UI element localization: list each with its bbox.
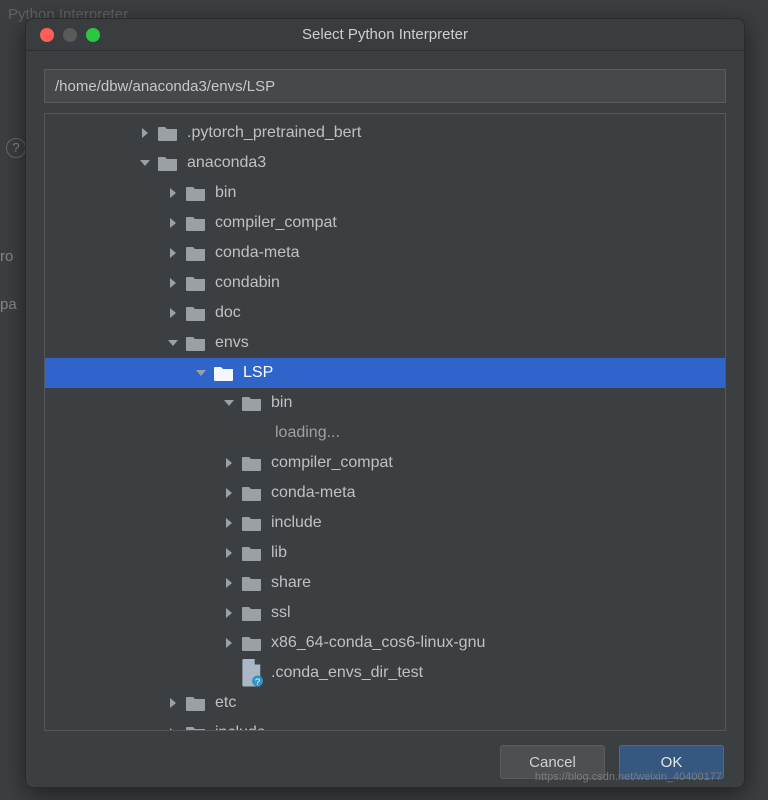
tree-row[interactable]: lib [45, 538, 725, 568]
tree-item-label: .pytorch_pretrained_bert [187, 124, 725, 142]
folder-icon [185, 244, 207, 262]
tree-item-label: bin [271, 394, 725, 412]
folder-icon [157, 124, 179, 142]
folder-icon [241, 484, 263, 502]
folder-icon [241, 514, 263, 532]
folder-icon [185, 184, 207, 202]
tree-item-label: compiler_compat [271, 454, 725, 472]
tree-item-label: ssl [271, 604, 725, 622]
chevron-right-icon[interactable] [219, 483, 239, 503]
folder-icon [241, 544, 263, 562]
chevron-down-icon[interactable] [135, 153, 155, 173]
tree-item-label: doc [215, 304, 725, 322]
folder-icon [185, 274, 207, 292]
tree-row[interactable]: ssl [45, 598, 725, 628]
chevron-right-icon[interactable] [219, 513, 239, 533]
chevron-down-icon[interactable] [163, 333, 183, 353]
chevron-right-icon[interactable] [163, 213, 183, 233]
tree-item-label: conda-meta [271, 484, 725, 502]
tree-item-label: compiler_compat [215, 214, 725, 232]
tree-item-label: share [271, 574, 725, 592]
chevron-right-icon[interactable] [163, 273, 183, 293]
folder-icon [185, 334, 207, 352]
chevron-right-icon[interactable] [219, 573, 239, 593]
chevron-right-icon[interactable] [163, 243, 183, 263]
dialog-titlebar[interactable]: Select Python Interpreter [26, 19, 744, 51]
tree-item-label: bin [215, 184, 725, 202]
tree-row[interactable]: envs [45, 328, 725, 358]
folder-icon [185, 694, 207, 712]
tree-item-label: lib [271, 544, 725, 562]
file-tree-container: .pytorch_pretrained_bert anaconda3 bin comp… [44, 113, 726, 731]
tree-row[interactable]: condabin [45, 268, 725, 298]
tree-row[interactable]: compiler_compat [45, 208, 725, 238]
backdrop-sidebar-fragment-2: pa [0, 296, 17, 313]
select-interpreter-dialog: Select Python Interpreter .pytorch_pretr… [25, 18, 745, 788]
tree-row[interactable]: etc [45, 688, 725, 718]
folder-icon [185, 724, 207, 731]
chevron-right-icon[interactable] [163, 723, 183, 731]
backdrop-sidebar-fragment-1: ro [0, 248, 13, 265]
tree-row[interactable]: doc [45, 298, 725, 328]
path-input[interactable] [44, 69, 726, 103]
chevron-right-icon[interactable] [135, 123, 155, 143]
tree-item-label: envs [215, 334, 725, 352]
chevron-down-icon[interactable] [219, 393, 239, 413]
tree-item-label: include [215, 724, 725, 731]
dialog-title: Select Python Interpreter [26, 26, 744, 43]
tree-row[interactable]: LSP [45, 358, 725, 388]
tree-item-label: .conda_envs_dir_test [271, 664, 725, 682]
tree-row[interactable]: loading... [45, 418, 725, 448]
tree-row[interactable]: bin [45, 178, 725, 208]
chevron-right-icon[interactable] [163, 303, 183, 323]
svg-text:?: ? [255, 677, 260, 686]
file-tree[interactable]: .pytorch_pretrained_bert anaconda3 bin comp… [45, 114, 725, 731]
tree-item-label: loading... [275, 424, 725, 442]
folder-icon [241, 454, 263, 472]
folder-icon [241, 634, 263, 652]
folder-icon [241, 574, 263, 592]
chevron-right-icon[interactable] [219, 543, 239, 563]
tree-item-label: LSP [243, 364, 725, 382]
file-icon: ? [241, 663, 263, 683]
folder-icon [185, 214, 207, 232]
path-input-container [26, 51, 744, 113]
tree-item-label: condabin [215, 274, 725, 292]
folder-icon [213, 364, 235, 382]
chevron-right-icon[interactable] [163, 693, 183, 713]
chevron-right-icon[interactable] [219, 453, 239, 473]
tree-row[interactable]: compiler_compat [45, 448, 725, 478]
tree-row[interactable]: ? .conda_envs_dir_test [45, 658, 725, 688]
tree-row[interactable]: conda-meta [45, 238, 725, 268]
chevron-right-icon[interactable] [219, 633, 239, 653]
tree-item-label: conda-meta [215, 244, 725, 262]
chevron-down-icon[interactable] [191, 363, 211, 383]
chevron-right-icon[interactable] [163, 183, 183, 203]
tree-row[interactable]: bin [45, 388, 725, 418]
tree-row[interactable]: include [45, 508, 725, 538]
tree-row[interactable]: include [45, 718, 725, 731]
tree-row[interactable]: conda-meta [45, 478, 725, 508]
tree-item-label: anaconda3 [187, 154, 725, 172]
help-icon: ? [6, 138, 26, 158]
tree-row[interactable]: x86_64-conda_cos6-linux-gnu [45, 628, 725, 658]
tree-row[interactable]: share [45, 568, 725, 598]
folder-icon [241, 604, 263, 622]
chevron-right-icon[interactable] [219, 603, 239, 623]
folder-icon [185, 304, 207, 322]
tree-row[interactable]: .pytorch_pretrained_bert [45, 118, 725, 148]
tree-row[interactable]: anaconda3 [45, 148, 725, 178]
folder-icon [241, 394, 263, 412]
tree-item-label: include [271, 514, 725, 532]
tree-item-label: etc [215, 694, 725, 712]
watermark-text: https://blog.csdn.net/weixin_40400177 [535, 771, 722, 783]
folder-icon [157, 154, 179, 172]
tree-item-label: x86_64-conda_cos6-linux-gnu [271, 634, 725, 652]
